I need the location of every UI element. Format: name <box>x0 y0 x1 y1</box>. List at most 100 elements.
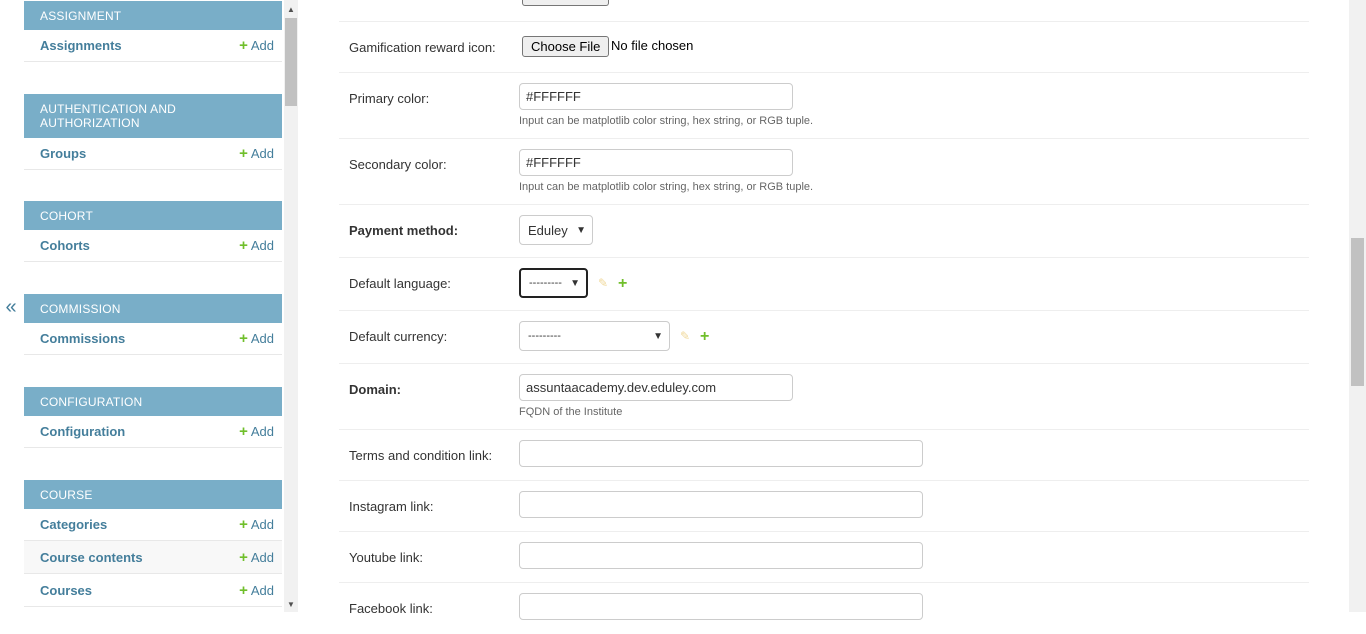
primary-color-input[interactable]: #FFFFFF <box>519 83 793 110</box>
instagram-link-input[interactable] <box>519 491 923 518</box>
default-currency-select[interactable]: --------- ▼ <box>519 321 670 351</box>
plus-icon: + <box>239 37 248 54</box>
chevron-down-icon: ▼ <box>576 224 586 236</box>
plus-icon: + <box>239 237 248 254</box>
youtube-link-input[interactable] <box>519 542 923 569</box>
domain-input[interactable]: assuntaacademy.dev.eduley.com <box>519 374 793 401</box>
add-button[interactable]: + Add <box>239 331 274 346</box>
sidebar-item-groups: Groups + Add <box>24 138 282 170</box>
model-link[interactable]: Assignments <box>40 38 122 53</box>
scroll-thumb[interactable] <box>1351 238 1364 386</box>
add-button[interactable]: + Add <box>239 583 274 598</box>
add-label: Add <box>250 582 274 598</box>
pencil-icon[interactable]: ✎ <box>598 276 608 290</box>
sidebar-scrollbar[interactable]: ▲ ▼ <box>284 0 298 612</box>
plus-icon[interactable]: + <box>618 275 627 293</box>
module-authentication: Authentication and Authorization Groups … <box>24 94 282 170</box>
scroll-thumb[interactable] <box>285 18 297 106</box>
add-button[interactable]: + Add <box>239 424 274 439</box>
select-value: --------- <box>529 277 562 289</box>
add-button[interactable]: + Add <box>239 517 274 532</box>
add-label: Add <box>250 238 274 253</box>
field-label: Primary color: <box>349 91 430 106</box>
field-label: Default language: <box>349 276 451 291</box>
field-label: Youtube link: <box>349 550 423 565</box>
add-button[interactable]: + Add <box>239 38 274 53</box>
form-row-instagram-link: Instagram link: <box>339 481 1309 532</box>
plus-icon: + <box>239 423 248 440</box>
pencil-icon[interactable]: ✎ <box>680 329 690 343</box>
plus-icon: + <box>239 548 248 566</box>
toggle-sidebar-button[interactable]: « <box>0 290 22 324</box>
chevron-down-icon: ▼ <box>653 330 663 342</box>
plus-icon: + <box>239 581 248 599</box>
sidebar-item-assignments: Assignments + Add <box>24 30 282 62</box>
plus-icon: + <box>239 330 248 347</box>
double-chevron-left-icon: « <box>5 295 17 318</box>
add-label: Add <box>250 549 274 565</box>
plus-icon: + <box>239 145 248 162</box>
plus-icon: + <box>239 516 248 533</box>
form-row-facebook-link: Facebook link: <box>339 583 1309 634</box>
form-row-secondary-color: Secondary color: #FFFFFF Input can be ma… <box>339 139 1309 205</box>
field-label: Terms and condition link: <box>349 448 493 463</box>
model-link[interactable]: Cohorts <box>40 238 90 253</box>
sidebar-item-courses: Courses + Add <box>24 574 282 607</box>
add-label: Add <box>250 424 274 439</box>
change-form: Gamification reward icon: Choose File No… <box>339 0 1309 620</box>
module-configuration: Configuration Configuration + Add <box>24 387 282 448</box>
form-row-default-language: Default language: --------- ▼ ✎ + <box>339 258 1309 311</box>
add-button[interactable]: + Add <box>239 146 274 161</box>
sidebar-item-cohorts: Cohorts + Add <box>24 230 282 262</box>
choose-file-button[interactable]: Choose File <box>522 36 610 57</box>
module-cohort: Cohort Cohorts + Add <box>24 201 282 262</box>
nav-sidebar: Assignment Assignments + Add Authenticati… <box>24 0 282 612</box>
sidebar-item-commissions: Commissions + Add <box>24 323 282 355</box>
help-text: Input can be matplotlib color string, he… <box>519 181 814 193</box>
module-assignment: Assignment Assignments + Add <box>24 1 282 62</box>
default-language-select[interactable]: --------- ▼ <box>519 268 588 298</box>
field-label: Secondary color: <box>349 157 447 172</box>
file-button[interactable] <box>522 0 609 6</box>
field-label: Payment method: <box>349 223 459 238</box>
form-row-primary-color: Primary color: #FFFFFF Input can be matp… <box>339 73 1309 139</box>
module-commission: Commission Commissions + Add <box>24 294 282 355</box>
facebook-link-input[interactable] <box>519 593 923 620</box>
model-link[interactable]: Courses <box>40 583 92 598</box>
module-caption: Course <box>24 480 282 509</box>
field-label: Default currency: <box>349 329 448 344</box>
file-status: No file chosen <box>611 38 694 53</box>
form-row-gamification-icon: Gamification reward icon: Choose File No… <box>339 22 1309 73</box>
main-scrollbar[interactable] <box>1349 0 1366 612</box>
select-value: --------- <box>528 330 561 342</box>
add-label: Add <box>250 517 274 532</box>
model-link[interactable]: Commissions <box>40 331 125 346</box>
arrow-up-icon[interactable]: ▲ <box>287 5 295 14</box>
model-link[interactable]: Categories <box>40 517 107 532</box>
help-text: Input can be matplotlib color string, he… <box>519 115 814 127</box>
form-row-terms-link: Terms and condition link: <box>339 430 1309 481</box>
add-button[interactable]: + Add <box>239 550 274 565</box>
terms-link-input[interactable] <box>519 440 923 467</box>
arrow-down-icon[interactable]: ▼ <box>287 600 295 609</box>
add-button[interactable]: + Add <box>239 238 274 253</box>
model-link[interactable]: Course contents <box>40 550 143 565</box>
module-caption: Authentication and Authorization <box>24 94 282 138</box>
form-row-youtube-link: Youtube link: <box>339 532 1309 583</box>
sidebar-item-categories: Categories + Add <box>24 509 282 541</box>
model-link[interactable]: Groups <box>40 146 86 161</box>
module-caption: Commission <box>24 294 282 323</box>
model-link[interactable]: Configuration <box>40 424 125 439</box>
add-label: Add <box>250 38 274 53</box>
field-label: Facebook link: <box>349 601 433 616</box>
form-row-certificate-signature <box>339 0 1309 22</box>
module-course: Course Categories + Add Course contents +… <box>24 480 282 607</box>
field-label: Gamification reward icon: <box>349 40 496 55</box>
plus-icon[interactable]: + <box>700 328 709 346</box>
sidebar-item-course-contents: Course contents + Add <box>24 541 282 574</box>
module-caption: Configuration <box>24 387 282 416</box>
secondary-color-input[interactable]: #FFFFFF <box>519 149 793 176</box>
payment-method-select[interactable]: Eduley ▼ <box>519 215 593 245</box>
module-caption: Cohort <box>24 201 282 230</box>
add-label: Add <box>250 331 274 346</box>
